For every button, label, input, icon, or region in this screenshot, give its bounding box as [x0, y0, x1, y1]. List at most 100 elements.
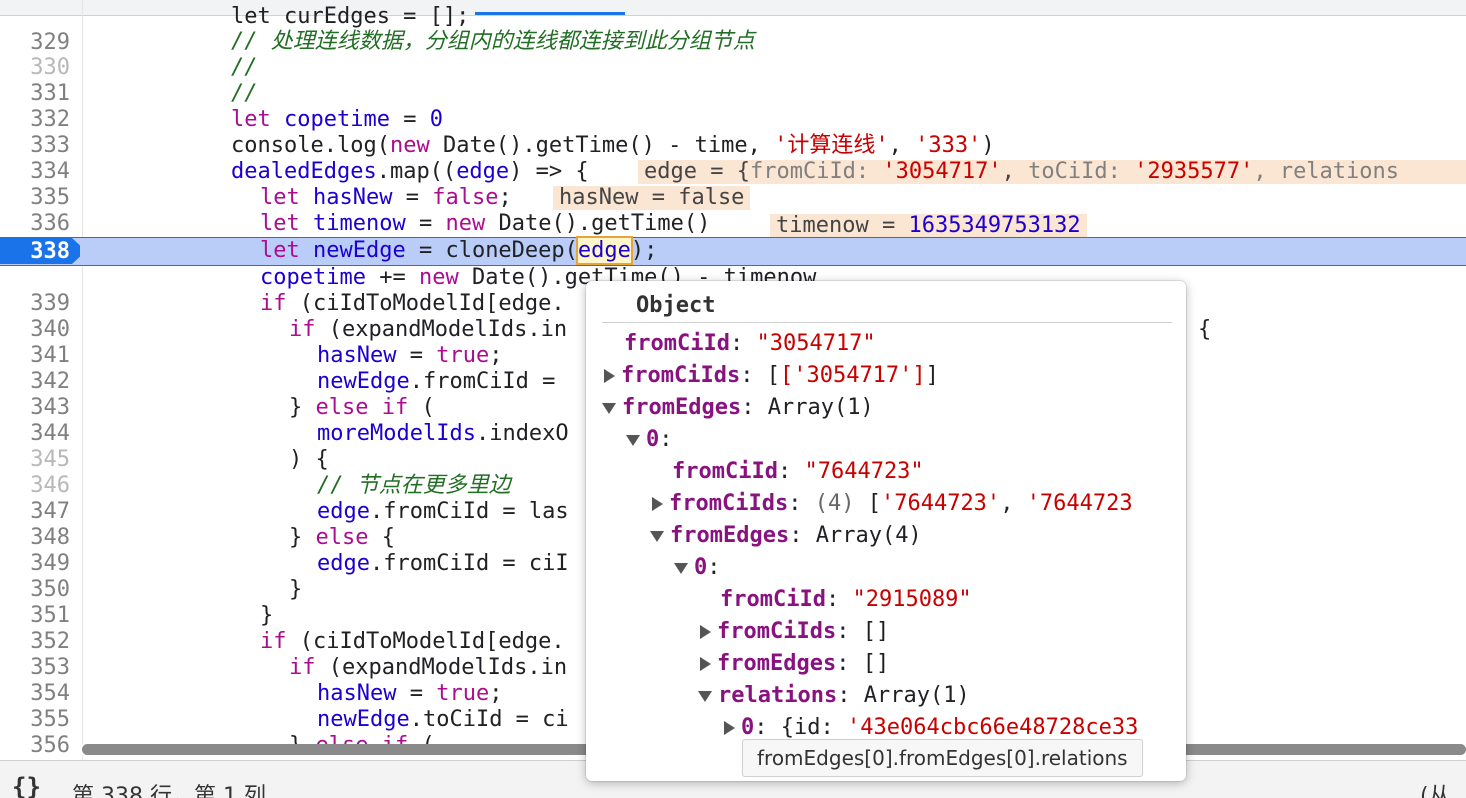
paused-line[interactable]: 338 let newEdge = cloneDeep(edge);: [0, 236, 1466, 266]
property-key: fromCiId: [720, 587, 826, 612]
code-text: (expandModelIds.in: [315, 317, 568, 342]
property-row[interactable]: fromEdges: Array(1): [602, 392, 874, 424]
expand-triangle-icon[interactable]: [652, 497, 663, 511]
object-preview-popover[interactable]: Object fromCiId: "3054717" fromCiIds: [[…: [586, 281, 1186, 781]
identifier: copetime: [284, 107, 390, 132]
identifier: newEdge: [317, 369, 410, 394]
expand-triangle-icon[interactable]: [604, 369, 615, 383]
property-value: '7644723': [880, 491, 1001, 516]
hovered-identifier[interactable]: edge: [575, 236, 633, 265]
keyword: new: [445, 211, 486, 236]
property-row[interactable]: fromCiIds: (4) ['7644723', '7644723: [652, 488, 1172, 520]
code-line: 332 //: [0, 81, 1466, 132]
code-line: 330 // 处理连线数据，分组内的连线都连接到此分组节点: [0, 29, 1466, 80]
inline-value-text: ,: [1001, 160, 1029, 184]
property-value: "3054717": [756, 331, 876, 356]
expand-triangle-icon[interactable]: [700, 657, 711, 671]
property-key: relations: [718, 683, 838, 708]
property-key: 0: [694, 555, 708, 580]
inline-value-string: '2935577': [1134, 160, 1254, 184]
collapse-triangle-icon[interactable]: [650, 530, 664, 542]
inline-value-timenow[interactable]: timenow = 1635349753132: [770, 214, 1087, 238]
property-row[interactable]: fromCiIds: []: [700, 616, 889, 648]
property-key: fromCiIds: [717, 619, 837, 644]
line-code: hasNew = true;: [317, 681, 502, 707]
property-row[interactable]: fromCiId: "3054717": [624, 328, 876, 360]
pretty-print-button[interactable]: {}: [12, 773, 41, 798]
property-row[interactable]: 0:: [626, 424, 673, 456]
keyword: if: [289, 317, 316, 342]
cursor-position: 第 338 行，第 1 列: [72, 784, 266, 798]
code-text: Date().getTime(): [485, 211, 711, 236]
inline-value-hasnew[interactable]: hasNew = false: [553, 186, 751, 210]
code-text: }: [289, 395, 316, 420]
property-row[interactable]: fromCiIds: [['3054717']]: [604, 360, 939, 392]
code-text: ,: [888, 133, 916, 158]
property-value: "7644723": [804, 459, 924, 484]
line-code: //: [231, 55, 258, 80]
code-text: ) => {: [509, 159, 589, 184]
code-text: .fromCiId =: [409, 369, 569, 394]
property-value: '43e064cbc66e48728ce33: [846, 715, 1139, 740]
inline-value-number: 1635349753132: [908, 213, 1081, 238]
code-line: 337 let timenow = new Date().getTime() t…: [0, 211, 1466, 262]
line-code: moreModelIds.indexO: [317, 421, 569, 447]
code-text: .map((: [376, 159, 457, 184]
property-row[interactable]: relations: Array(1): [698, 680, 970, 712]
code-text: {: [368, 525, 395, 550]
line-code: let timenow = new Date().getTime(): [260, 211, 710, 237]
code-text: ;: [489, 681, 503, 706]
line-code: let newEdge = cloneDeep(edge);: [260, 236, 657, 265]
property-row[interactable]: fromCiId: "2915089": [720, 584, 972, 616]
property-value: Array(1): [863, 683, 970, 708]
property-value: "2915089": [852, 587, 972, 612]
line-code: //: [231, 81, 258, 106]
collapse-triangle-icon[interactable]: [698, 690, 712, 702]
code-text: =: [392, 185, 433, 210]
code-line: 331 //: [0, 55, 1466, 106]
source-map-info[interactable]: (从: [1420, 778, 1451, 798]
keyword: let: [260, 238, 300, 263]
collapse-triangle-icon[interactable]: [602, 402, 616, 414]
property-row[interactable]: fromEdges: Array(4): [650, 520, 922, 552]
identifier[interactable]: edge: [456, 159, 509, 184]
property-key: 0: [646, 427, 660, 452]
line-code: dealedEdges.map((edge) => {: [231, 159, 589, 185]
popover-divider: [602, 322, 1172, 323]
property-row[interactable]: fromCiId: "7644723": [672, 456, 924, 488]
line-code: let curEdges = [];: [231, 4, 470, 29]
property-row[interactable]: fromEdges: []: [700, 648, 889, 680]
line-number[interactable]: 338: [0, 239, 70, 265]
identifier: moreModelIds: [317, 421, 476, 446]
line-code-tail: {: [1198, 317, 1212, 342]
expand-triangle-icon[interactable]: [724, 721, 735, 735]
code-text: =: [389, 107, 430, 132]
identifier: newEdge: [317, 707, 410, 732]
string-literal: '计算连线': [774, 133, 889, 158]
keyword: else: [315, 525, 369, 550]
property-value: []: [862, 651, 890, 676]
inline-value-string: '3054717': [882, 160, 1002, 184]
collapse-triangle-icon[interactable]: [626, 434, 640, 446]
popover-title: Object: [636, 293, 716, 318]
code-line: 333 let copetime = 0: [0, 107, 1466, 158]
inline-value-text: timenow =: [776, 213, 909, 238]
code-text: ): [981, 133, 995, 158]
keyword: true: [436, 681, 490, 706]
line-code: ) {: [289, 447, 329, 472]
property-key: fromCiIds: [621, 363, 741, 388]
property-row[interactable]: 0:: [674, 552, 721, 584]
code-text: ;: [489, 343, 503, 368]
code-text: Date().getTime() - time,: [429, 133, 775, 158]
line-code: edge.fromCiId = ciI: [317, 551, 569, 577]
code-line: 329 let curEdges = [];: [0, 4, 1466, 55]
inline-value-text: edge = {: [644, 160, 750, 184]
expand-triangle-icon[interactable]: [700, 625, 711, 639]
inline-value-edge[interactable]: edge = {fromCiId: '3054717', toCiId: '29…: [638, 160, 1466, 184]
identifier: hasNew: [313, 185, 393, 210]
property-path-tooltip: fromEdges[0].fromEdges[0].relations: [742, 739, 1143, 777]
line-code: }: [289, 577, 303, 602]
code-text: +=: [365, 265, 419, 290]
collapse-triangle-icon[interactable]: [674, 562, 688, 574]
code-text: =: [405, 211, 446, 236]
